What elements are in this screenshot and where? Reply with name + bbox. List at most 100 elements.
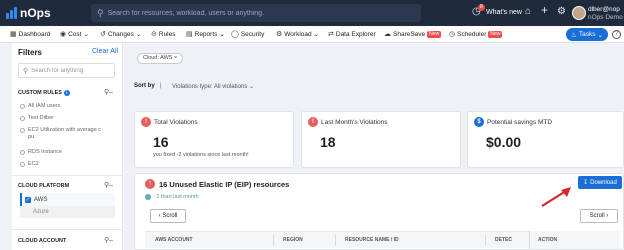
chevron-down-icon: ⌄ bbox=[313, 31, 320, 38]
rule-item[interactable]: EC2 bbox=[20, 161, 120, 168]
nav-rules[interactable]: ⊝ Rules bbox=[151, 30, 176, 39]
user-name: dlber@nop bbox=[588, 6, 620, 13]
card-value: $0.00 bbox=[486, 134, 522, 150]
scroll-left-button[interactable]: ‹ Scroll bbox=[150, 209, 186, 223]
trend-indicator: ↓ - 2 than last month bbox=[145, 194, 199, 200]
shield-icon: ◯ bbox=[231, 31, 239, 38]
nav-scheduler[interactable]: ◷ Scheduler New bbox=[449, 30, 503, 38]
nav-security[interactable]: ◯ Security bbox=[231, 30, 264, 39]
alert-icon: ! bbox=[308, 117, 318, 127]
help-icon[interactable]: ? bbox=[612, 30, 621, 39]
card-title: Total Violations bbox=[154, 119, 198, 126]
rule-item[interactable]: All IAM users bbox=[20, 103, 120, 110]
nav-bar: ▦ Dashboard ◉ Cost ⌄ ↺ Changes ⌄ ⊝ Rules ▤ Repo… bbox=[0, 26, 624, 43]
nav-reports[interactable]: ▤ Reports ⌄ bbox=[186, 30, 225, 39]
radio-icon bbox=[20, 162, 25, 167]
violations-type-dropdown[interactable]: Violations type: All violations ⌄ bbox=[172, 83, 254, 90]
card-title: Potential savings MTD bbox=[487, 119, 553, 126]
card-title: Last Month's Violations bbox=[321, 119, 388, 126]
nav-changes[interactable]: ↺ Changes ⌄ bbox=[100, 30, 142, 39]
nav-sharesave[interactable]: ☁ ShareSave New bbox=[384, 30, 442, 38]
eip-resources-panel: ! 16 Unused Elastic IP (EIP) resources ↓… bbox=[134, 173, 624, 250]
user-org: nOps Demo bbox=[588, 14, 623, 21]
top-bar: nOps ⚲ ◷8 What's new ⌂ + ⚙ dlber@nop nOp… bbox=[0, 0, 624, 26]
filter-chip[interactable]: Cloud: AWS × bbox=[137, 53, 184, 64]
nav-cost[interactable]: ◉ Cost ⌄ bbox=[60, 30, 89, 39]
cloud-platform-azure[interactable]: Azure bbox=[20, 206, 115, 218]
chevron-down-icon: ⌄ bbox=[219, 31, 225, 38]
column-detected[interactable]: DETEC bbox=[495, 237, 512, 243]
sort-by-label: Sort by bbox=[134, 83, 155, 89]
info-icon: i bbox=[63, 90, 70, 96]
column-resource-name[interactable]: RESOURCE NAME / ID bbox=[345, 237, 399, 243]
rule-item[interactable]: RDS Instance bbox=[20, 149, 120, 156]
tasks-button[interactable]: ♨ Tasks ⌄ bbox=[566, 28, 608, 41]
nops-logo[interactable]: nOps bbox=[6, 6, 51, 20]
grid-icon: ▦ bbox=[10, 31, 17, 38]
divider bbox=[12, 175, 123, 176]
global-search[interactable]: ⚲ bbox=[91, 4, 421, 22]
trend-icon: ↓ bbox=[145, 194, 151, 200]
card-value: 18 bbox=[320, 134, 336, 150]
clock-icon: ◷ bbox=[449, 31, 456, 38]
custom-rules-header: CUSTOM RULES i bbox=[18, 90, 70, 96]
column-divider bbox=[485, 235, 486, 246]
column-action: ACTION bbox=[538, 237, 558, 243]
nav-dashboard[interactable]: ▦ Dashboard bbox=[10, 30, 50, 39]
radio-icon bbox=[20, 128, 25, 133]
logo-text: nOps bbox=[20, 6, 51, 20]
column-aws-account[interactable]: AWS ACCOUNT bbox=[155, 237, 193, 243]
cloud-platform-tools[interactable]: ⚲– bbox=[104, 181, 113, 189]
chevron-down-icon: ⌄ bbox=[83, 31, 89, 38]
notifications-icon[interactable]: ◷ 8 bbox=[472, 4, 485, 17]
whats-new-link[interactable]: What's new bbox=[486, 9, 522, 16]
column-region[interactable]: REGION bbox=[283, 237, 303, 243]
new-badge: New bbox=[427, 30, 442, 38]
main-content: Cloud: AWS × Sort by | Violations type: … bbox=[130, 43, 624, 250]
last-month-violations-card: ! Last Month's Violations 18 bbox=[301, 111, 461, 168]
filters-search-input[interactable] bbox=[31, 67, 112, 74]
custom-rules-tools[interactable]: ⚲– bbox=[104, 88, 113, 96]
global-search-input[interactable] bbox=[107, 9, 408, 17]
settings-icon[interactable]: ⚙ bbox=[557, 7, 566, 17]
panel-title: 16 Unused Elastic IP (EIP) resources bbox=[159, 180, 290, 189]
cloud-platform-aws[interactable]: ✓ AWS bbox=[20, 193, 115, 206]
add-icon[interactable]: + bbox=[541, 4, 548, 16]
bell-icon: ♨ bbox=[571, 31, 577, 39]
logo-bars-icon bbox=[6, 7, 17, 19]
table-header: AWS ACCOUNT REGION RESOURCE NAME / ID DE… bbox=[145, 231, 620, 249]
reports-icon: ▤ bbox=[186, 31, 193, 38]
nav-workload[interactable]: ⚙ Workload ⌄ bbox=[276, 30, 320, 39]
cloud-platform-header: CLOUD PLATFORM bbox=[18, 183, 70, 189]
chevron-down-icon: ⌄ bbox=[597, 31, 603, 39]
divider bbox=[12, 229, 123, 230]
rules-icon: ⊝ bbox=[151, 31, 157, 38]
card-subtext: you fixed -2 violations since last month… bbox=[153, 152, 249, 158]
radio-icon bbox=[20, 116, 25, 121]
chevron-down-icon: ⌄ bbox=[135, 31, 142, 38]
changes-icon: ↺ bbox=[100, 31, 106, 38]
cloud-account-tools[interactable]: ⚲– bbox=[104, 236, 113, 244]
filters-sidebar: Filters Clear All ⚲ CUSTOM RULES i ⚲– Al… bbox=[12, 43, 123, 250]
new-badge: New bbox=[488, 30, 503, 38]
download-button[interactable]: ↧ Download bbox=[578, 176, 622, 189]
nav-data-explorer[interactable]: ⇄ Data Explorer bbox=[328, 30, 376, 39]
action-column: ACTION bbox=[529, 231, 620, 249]
download-icon: ↧ bbox=[583, 180, 589, 186]
annotation-arrow-icon bbox=[541, 187, 571, 207]
dollar-icon: ◉ bbox=[60, 31, 67, 38]
clear-all-link[interactable]: Clear All bbox=[92, 48, 118, 55]
column-divider bbox=[273, 235, 274, 246]
cloud-icon: ☁ bbox=[384, 31, 391, 38]
chevron-down-icon: ⌄ bbox=[248, 84, 254, 90]
explorer-icon: ⇄ bbox=[328, 31, 334, 38]
user-menu[interactable]: dlber@nop nOps Demo bbox=[588, 6, 623, 22]
scroll-right-button[interactable]: Scroll › bbox=[580, 209, 618, 223]
rule-item[interactable]: EC2 Utilization with average c pu bbox=[20, 127, 106, 141]
filters-search[interactable]: ⚲ bbox=[18, 63, 115, 78]
rule-item[interactable]: Test Dilber bbox=[20, 115, 120, 122]
close-icon[interactable]: × bbox=[174, 55, 177, 61]
home-icon[interactable]: ⌂ bbox=[525, 7, 531, 17]
radio-icon bbox=[20, 150, 25, 155]
avatar[interactable] bbox=[572, 6, 586, 20]
